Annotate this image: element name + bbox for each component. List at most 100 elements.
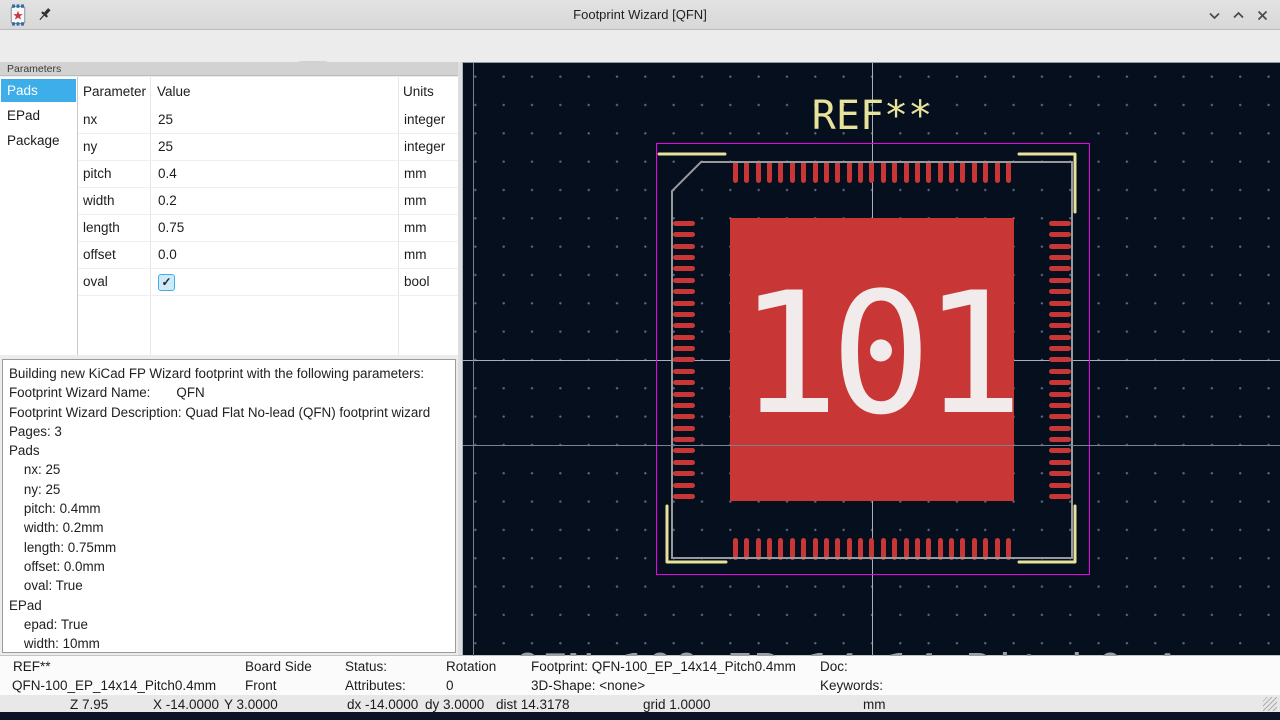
reference-designator-text: REF** <box>463 93 1280 139</box>
smd-pad <box>1049 471 1071 476</box>
cell[interactable]: ny <box>83 134 97 161</box>
resize-grip[interactable] <box>1263 697 1277 711</box>
smd-pad <box>847 538 852 560</box>
smd-pad <box>673 323 695 328</box>
status-field: Board Side <box>245 659 312 674</box>
param-row-pitch[interactable]: pitch 0.4 mm <box>78 161 458 188</box>
cell[interactable]: offset <box>83 242 116 269</box>
exposed-pad: 101 <box>730 218 1014 501</box>
cell[interactable]: width <box>83 188 115 215</box>
smd-pad <box>904 161 909 183</box>
smd-pad <box>1049 289 1071 294</box>
cell[interactable]: mm <box>404 188 427 215</box>
status-field: Y 3.0000 <box>224 697 278 712</box>
cell[interactable]: mm <box>404 161 427 188</box>
smd-pad <box>1006 538 1011 560</box>
smd-pad <box>673 403 695 408</box>
page-item-package[interactable]: Package <box>1 129 76 152</box>
cell[interactable]: length <box>83 215 120 242</box>
smd-pad <box>983 161 988 183</box>
status-field: Attributes: <box>345 678 406 693</box>
smd-pad <box>673 414 695 419</box>
smd-pad <box>926 161 931 183</box>
console-output[interactable]: Building new KiCad FP Wizard footprint w… <box>2 359 456 653</box>
smd-pad <box>1049 221 1071 226</box>
smd-pad <box>1049 414 1071 419</box>
smd-pad <box>858 538 863 560</box>
param-row-width[interactable]: width 0.2 mm <box>78 188 458 215</box>
param-row-ny[interactable]: ny 25 integer <box>78 134 458 161</box>
smd-pad <box>673 301 695 306</box>
smd-pad <box>744 538 749 560</box>
footprint-name-text: QFN-100_EP_14x14_Pitch0.4mm <box>463 645 1280 656</box>
smd-pad <box>995 538 1000 560</box>
cell[interactable]: mm <box>404 242 427 269</box>
smd-pad <box>869 161 874 183</box>
oval-checkbox[interactable]: ✓ <box>158 274 175 291</box>
column-header-units: Units <box>403 77 434 107</box>
cell[interactable]: integer <box>404 107 445 134</box>
parameter-table[interactable]: Parameter Value Units nx25integerny25int… <box>77 77 458 355</box>
cursor-crosshair-vertical <box>473 63 474 656</box>
smd-pad <box>1049 346 1071 351</box>
smd-pad <box>938 161 943 183</box>
param-row-oval[interactable]: oval ✓ bool <box>78 269 458 296</box>
cell[interactable]: 25 <box>158 107 173 134</box>
smd-pad <box>790 161 795 183</box>
param-row-nx[interactable]: nx 25 integer <box>78 107 458 134</box>
param-row-length[interactable]: length 0.75 mm <box>78 215 458 242</box>
status-field: 3D-Shape: <none> <box>531 678 645 693</box>
canvas-viewport[interactable]: 101 REF** QFN-100_EP_14x14_Pitch0.4mm <box>462 62 1280 656</box>
cell[interactable]: bool <box>404 269 430 296</box>
smd-pad <box>673 289 695 294</box>
status-field: Footprint: QFN-100_EP_14x14_Pitch0.4mm <box>531 659 796 674</box>
page-list[interactable]: PadsEPadPackage <box>0 77 77 355</box>
smd-pad <box>801 161 806 183</box>
cell[interactable]: oval <box>83 269 108 296</box>
smd-pad <box>881 161 886 183</box>
cell[interactable]: 0.0 <box>158 242 177 269</box>
smd-pad <box>1049 312 1071 317</box>
smd-pad <box>673 380 695 385</box>
smd-pad <box>813 161 818 183</box>
smd-pad <box>1049 392 1071 397</box>
cell[interactable]: nx <box>83 107 97 134</box>
smd-pad <box>824 161 829 183</box>
pad-number-label: 101 <box>729 256 1014 452</box>
status-field: 0 <box>446 678 454 693</box>
cell[interactable]: pitch <box>83 161 112 188</box>
cell[interactable]: 0.4 <box>158 161 177 188</box>
cell[interactable]: integer <box>404 134 445 161</box>
cell[interactable]: 25 <box>158 134 173 161</box>
cell[interactable]: 0.2 <box>158 188 177 215</box>
smd-pad <box>1049 232 1071 237</box>
smd-pad <box>1049 301 1071 306</box>
cell[interactable]: 0.75 <box>158 215 184 242</box>
cursor-crosshair-horizontal <box>463 445 1280 446</box>
status-field: dx -14.0000 <box>347 697 418 712</box>
smd-pad <box>673 221 695 226</box>
titlebar[interactable]: Footprint Wizard [QFN] <box>0 0 1280 30</box>
cell[interactable]: mm <box>404 215 427 242</box>
minimize-button[interactable] <box>1206 7 1223 24</box>
status-field: Keywords: <box>820 678 883 693</box>
smd-pad <box>1049 335 1071 340</box>
status-field: dy 3.0000 <box>425 697 484 712</box>
status-field: Z 7.95 <box>70 697 108 712</box>
smd-pad <box>801 538 806 560</box>
smd-pad <box>847 161 852 183</box>
smd-pad <box>673 346 695 351</box>
smd-pad <box>673 392 695 397</box>
status-field: Rotation <box>446 659 496 674</box>
smd-pad <box>673 232 695 237</box>
smd-pad <box>960 538 965 560</box>
param-row-offset[interactable]: offset 0.0 mm <box>78 242 458 269</box>
smd-pad <box>1049 278 1071 283</box>
smd-pad <box>881 538 886 560</box>
smd-pad <box>1049 403 1071 408</box>
smd-pad <box>813 538 818 560</box>
page-item-pads[interactable]: Pads <box>1 79 76 102</box>
close-button[interactable] <box>1254 7 1271 24</box>
maximize-button[interactable] <box>1230 7 1247 24</box>
page-item-epad[interactable]: EPad <box>1 104 76 127</box>
